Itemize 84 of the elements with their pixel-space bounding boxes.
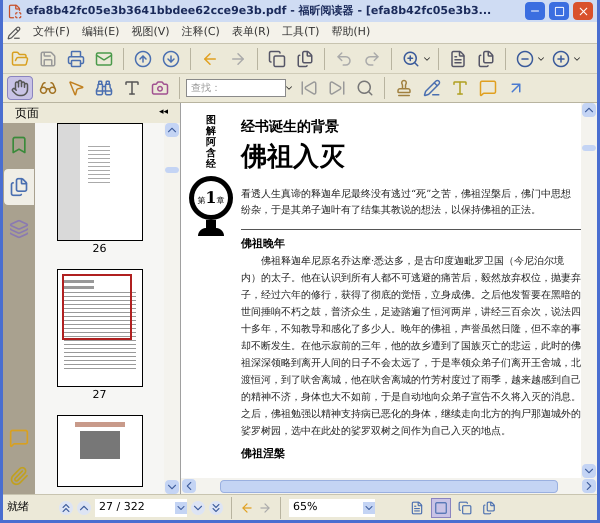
- page-field[interactable]: 27 / 322: [95, 498, 187, 516]
- chapter-intro: 看透人生真谛的释迦牟尼最终没有逃过“死”之苦，佛祖涅槃后，佛门中思想纷杂，于是其弟子迦叶有了结集其教说的想法，以保持佛祖的正法。: [241, 188, 572, 218]
- zoom-in-icon: [552, 50, 570, 68]
- stamp-icon: [395, 79, 413, 97]
- page-number: 27: [92, 387, 106, 403]
- collapse-button[interactable]: ◂◂: [158, 106, 168, 120]
- comment-icon: [479, 79, 497, 97]
- menu-item[interactable]: 注释(C): [182, 24, 220, 41]
- chapter-subtitle: 经书诞生的背景: [241, 118, 340, 137]
- zoom-out-icon: [516, 50, 534, 68]
- section-heading: 佛祖晚年: [241, 236, 286, 252]
- scrollbar-thumb[interactable]: [165, 167, 179, 173]
- search-field[interactable]: 查找：: [186, 79, 286, 97]
- series-title: 图解阿含经: [206, 115, 216, 170]
- email-icon: [95, 50, 113, 68]
- redo-icon: [363, 50, 381, 68]
- zoom-field[interactable]: 65%: [289, 498, 375, 516]
- scrollbar-thumb[interactable]: [582, 145, 596, 151]
- page-layout-icon: [410, 500, 424, 514]
- last-page-button[interactable]: [209, 500, 223, 514]
- close-icon: [576, 4, 590, 18]
- page-layout-icon: [482, 500, 496, 514]
- page-layout-icon: [434, 500, 448, 514]
- menu-item[interactable]: 工具(T): [282, 24, 320, 41]
- text-select-icon: [123, 79, 141, 97]
- page-thumbnail[interactable]: [56, 123, 142, 241]
- hand-tool-icon: [11, 79, 29, 97]
- layers-icon: [9, 219, 29, 239]
- find-icon: [95, 79, 113, 97]
- body-paragraph: 佛祖释迦牟尼原名乔达摩·悉达多，是古印度迦毗罗卫国（今尼泊尔境内）的太子。他在认识到所有人都不可逃避的痛苦后，毅然放弃权位，抛妻弃子，经过六年的修行，获得了彻底的觉悟，立身成佛。之后他发誓要在黑暗的世间捶响不朽之鼓，普济众生，足迹踏遍了恒河两岸，讲经三百余次，说法四十多年，不知教导和感化了多少人。晚年的佛祖，声誉虽然日隆，但不幸的事却不断发生。在他示寂前的三年，他的故乡遭到了国族灭亡的悲运，此时的佛祖深深领略到离开人间的日子不会太远了，于是率领众弟子们离开王舍城，北渡恒河，到了吠舍离城，他在吠舍离城的竹芳村度过了雨季，越来越感到自己的精神不济，身体也大不如前，于是自动地向众弟子宣告不久将入灭的消息。之后，佛祖勉强以精神支持病已恶化的身体，继续走向北方的拘尸那迦城外的娑罗树园，选中在此处的娑罗双树之间作为自己入灭的地点。: [241, 254, 581, 439]
- search-icon: [356, 79, 374, 97]
- chapter-title: 佛祖入灭: [241, 141, 346, 174]
- page-thumbnail[interactable]: [56, 415, 142, 487]
- menu-item[interactable]: 文件(F): [33, 24, 70, 41]
- note-icon: [423, 79, 441, 97]
- panel-title: 页面: [15, 105, 39, 122]
- save-icon: [39, 50, 57, 68]
- section-heading: 佛祖涅槃: [241, 446, 286, 462]
- page-layout-icon: [458, 500, 472, 514]
- next-page-button[interactable]: [191, 500, 205, 514]
- maximize-icon: [554, 6, 564, 16]
- menu-item[interactable]: 帮助(H): [331, 24, 370, 41]
- previous-page-button[interactable]: [77, 500, 91, 514]
- scroll-up-button[interactable]: [165, 123, 179, 137]
- scroll-right-button[interactable]: [582, 479, 596, 493]
- menu-item[interactable]: 编辑(E): [82, 24, 120, 41]
- scroll-left-button[interactable]: [182, 479, 196, 493]
- menu-item[interactable]: 表单(R): [232, 24, 270, 41]
- minimize-button[interactable]: [525, 2, 545, 20]
- find-next-icon: [328, 79, 346, 97]
- snapshot-icon: [151, 79, 169, 97]
- open-icon: [11, 50, 29, 68]
- close-button[interactable]: [573, 2, 593, 20]
- caret-icon[interactable]: [363, 502, 375, 514]
- paste-icon: [296, 50, 314, 68]
- copy-icon: [268, 50, 286, 68]
- zoom-in-icon: [402, 50, 420, 68]
- window-title: efa8b42fc05e3b3641bbdee62cce9e3b.pdf - 福昕阅读器 - [efa8b42fc05e3b3...: [26, 2, 492, 19]
- select-icon: [67, 79, 85, 97]
- scrollbar-thumb[interactable]: [220, 480, 558, 492]
- scroll-down-button[interactable]: [582, 464, 596, 478]
- status-text: 就绪: [7, 499, 30, 516]
- app-logo-icon: [7, 4, 22, 18]
- first-page-button[interactable]: [59, 500, 73, 514]
- print-icon: [67, 50, 85, 68]
- maximize-button[interactable]: [549, 2, 569, 20]
- view-mode-button[interactable]: [431, 498, 451, 518]
- scroll-down-button[interactable]: [165, 480, 179, 494]
- sidebar-tab[interactable]: [4, 169, 34, 205]
- typewriter-icon: [451, 79, 469, 97]
- page-number: 26: [92, 241, 106, 257]
- badge-text: 第 1章: [197, 190, 225, 206]
- caret-icon[interactable]: [175, 502, 187, 514]
- hand-tool-button[interactable]: [7, 76, 33, 100]
- page-thumbnail[interactable]: [56, 269, 142, 387]
- find-previous-icon: [300, 79, 318, 97]
- pages-icon: [9, 177, 29, 197]
- fit-page-icon: [449, 50, 467, 68]
- scroll-up-button[interactable]: [582, 103, 596, 117]
- next-page-icon: [162, 50, 180, 68]
- undo-icon: [335, 50, 353, 68]
- previous-page-icon: [134, 50, 152, 68]
- menu-item[interactable]: 视图(V): [131, 24, 170, 41]
- reading-icon: [39, 79, 57, 97]
